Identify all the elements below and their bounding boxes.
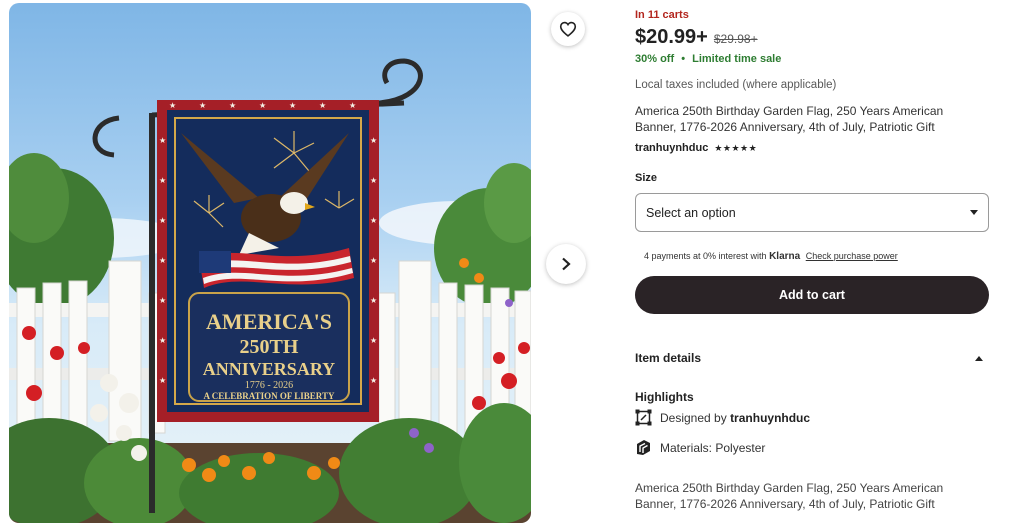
item-description: America 250th Birthday Garden Flag, 250 …: [635, 481, 944, 511]
svg-text:★: ★: [159, 256, 166, 265]
favorite-button[interactable]: [551, 12, 585, 46]
klarna-info: 4 payments at 0% interest with Klarna Ch…: [644, 251, 898, 262]
svg-text:★: ★: [289, 101, 296, 110]
svg-text:★: ★: [199, 101, 206, 110]
svg-text:★: ★: [159, 376, 166, 385]
caret-down-icon: [970, 210, 978, 215]
design-tool-icon: [635, 409, 652, 426]
product-image[interactable]: AMERICA'S 250TH ANNIVERSARY 1776 - 2026 …: [9, 3, 531, 523]
svg-text:★: ★: [370, 256, 377, 265]
svg-text:★: ★: [159, 136, 166, 145]
svg-text:★: ★: [370, 136, 377, 145]
klarna-brand: Klarna: [769, 251, 801, 262]
materials-label: Materials: Polyester: [660, 440, 766, 455]
svg-text:★: ★: [169, 101, 176, 110]
klarna-prefix: 4 payments at 0% interest with: [644, 251, 767, 261]
designed-by-prefix: Designed by: [660, 410, 727, 425]
svg-text:★: ★: [259, 101, 266, 110]
svg-text:★: ★: [159, 176, 166, 185]
designed-by-row: Designed by tranhuynhduc: [635, 409, 810, 426]
highlights-heading: Highlights: [635, 390, 694, 404]
limited-sale-label: Limited time sale: [692, 53, 782, 65]
svg-text:★: ★: [370, 336, 377, 345]
discount-label: 30% off: [635, 53, 675, 65]
add-to-cart-button[interactable]: Add to cart: [635, 276, 989, 314]
svg-text:★: ★: [159, 336, 166, 345]
rating-stars: ★★★★★: [714, 142, 758, 153]
flag-line-2: 250TH: [240, 336, 299, 358]
size-select-value: Select an option: [646, 205, 736, 220]
designer-name: tranhuynhduc: [730, 410, 811, 425]
taxes-note: Local taxes included (where applicable): [635, 79, 837, 91]
svg-text:★: ★: [370, 376, 377, 385]
item-details-label: Item details: [635, 351, 702, 365]
original-price: $29.98+: [713, 32, 758, 46]
listing-title: America 250th Birthday Garden Flag, 250 …: [635, 104, 944, 134]
material-icon: [637, 440, 650, 455]
check-purchase-power-link[interactable]: Check purchase power: [806, 251, 898, 261]
item-details-toggle[interactable]: Item details: [635, 343, 989, 373]
svg-text:★: ★: [349, 101, 356, 110]
size-select[interactable]: Select an option: [635, 193, 989, 232]
svg-text:★: ★: [319, 101, 326, 110]
svg-text:★: ★: [159, 216, 166, 225]
size-label: Size: [635, 172, 658, 184]
svg-text:★: ★: [159, 296, 166, 305]
svg-text:★: ★: [370, 176, 377, 185]
flag-line-1: AMERICA'S: [206, 309, 332, 334]
svg-text:★: ★: [370, 296, 377, 305]
heart-icon: [559, 21, 577, 37]
next-image-button[interactable]: [546, 244, 586, 284]
flag-line-5: A CELEBRATION OF LIBERTY: [204, 391, 335, 401]
sale-info: 30% off • Limited time sale: [635, 53, 781, 65]
sale-price: $20.99+: [635, 26, 708, 48]
flag-line-4: 1776 - 2026: [245, 380, 293, 391]
caret-up-icon: [975, 355, 983, 361]
separator-dot: •: [681, 53, 686, 65]
svg-text:★: ★: [229, 101, 236, 110]
seller-row: tranhuynhduc ★★★★★: [635, 142, 757, 154]
price-row: $20.99+ $29.98+: [635, 26, 758, 49]
svg-text:★: ★: [370, 216, 377, 225]
garden-flag-photo: AMERICA'S 250TH ANNIVERSARY 1776 - 2026 …: [9, 58, 531, 523]
flag-line-3: ANNIVERSARY: [203, 359, 335, 379]
seller-link[interactable]: tranhuynhduc: [635, 142, 708, 154]
materials-row: Materials: Polyester: [635, 439, 765, 456]
in-carts-label: In 11 carts: [635, 9, 689, 21]
chevron-right-icon: [562, 257, 571, 271]
